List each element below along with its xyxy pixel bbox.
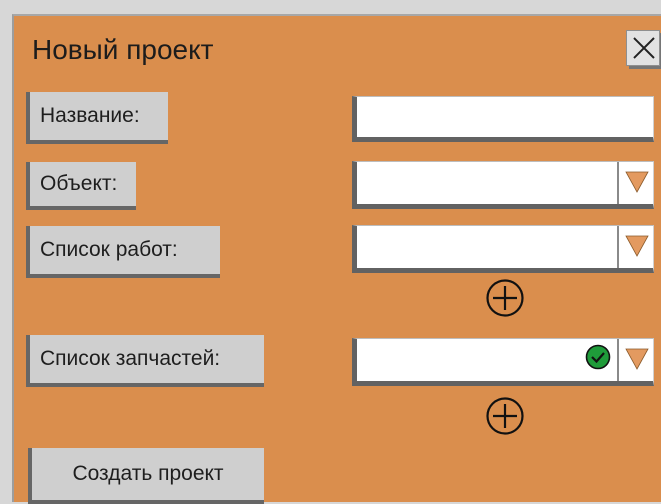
works-select[interactable] — [352, 225, 654, 273]
parts-select[interactable] — [352, 338, 654, 386]
add-part-button[interactable] — [485, 396, 525, 436]
close-icon — [633, 37, 655, 59]
close-button[interactable] — [626, 30, 660, 66]
object-dropdown-button[interactable] — [617, 162, 653, 204]
parts-dropdown-button[interactable] — [617, 339, 653, 381]
parts-label: Список запчастей: — [26, 335, 264, 387]
check-circle-icon — [585, 344, 611, 370]
object-label: Объект: — [26, 162, 136, 210]
create-project-button[interactable]: Создать проект — [28, 448, 264, 504]
new-project-dialog: Новый проект Название: Объект: Список ра… — [12, 14, 661, 504]
chevron-down-icon — [625, 171, 649, 193]
chevron-down-icon — [625, 348, 649, 370]
chevron-down-icon — [625, 235, 649, 257]
dialog-title: Новый проект — [32, 34, 214, 65]
name-label: Название: — [26, 92, 168, 144]
object-select[interactable] — [352, 161, 654, 209]
plus-circle-icon — [486, 397, 524, 435]
works-dropdown-button[interactable] — [617, 226, 653, 268]
plus-circle-icon — [486, 279, 524, 317]
name-input[interactable] — [352, 96, 654, 142]
works-label: Список работ: — [26, 226, 220, 278]
add-work-button[interactable] — [485, 278, 525, 318]
